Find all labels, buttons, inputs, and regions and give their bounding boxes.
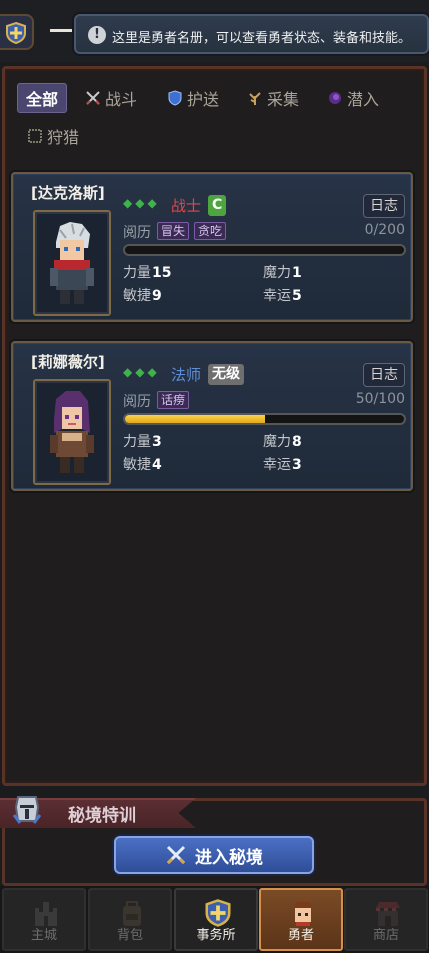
nav-shop[interactable]: 商店 <box>344 888 428 951</box>
stat-agility: 敏捷4 <box>123 454 162 474</box>
warrior-portrait-icon <box>50 222 94 304</box>
trait-tag[interactable]: 话痨 <box>157 391 190 409</box>
stat-luck: 幸运5 <box>263 285 302 305</box>
tab-infiltrate[interactable]: 潜入 <box>327 83 379 113</box>
tab-label: 潜入 <box>347 90 380 109</box>
shadow-icon <box>327 90 343 106</box>
stat-strength: 力量15 <box>123 262 171 282</box>
exp-value: 50/100 <box>355 391 405 407</box>
tab-label: 战斗 <box>105 90 138 109</box>
stat-value: 5 <box>292 288 302 304</box>
stat-label: 力量 <box>123 434 151 450</box>
trap-icon <box>27 128 43 144</box>
hero-class: 战士 <box>171 197 202 215</box>
tab-hunt[interactable]: 狩猎 <box>27 121 79 151</box>
exp-value: 0/200 <box>364 222 405 238</box>
guild-badge[interactable] <box>0 14 34 50</box>
title-divider <box>50 29 72 32</box>
stat-value: 9 <box>152 288 162 304</box>
knight-helmet-icon <box>12 796 42 824</box>
tip-text: 这里是勇者名册，可以查看勇者状态、装备和技能。 <box>112 31 412 46</box>
top-bar: ! 这里是勇者名册，可以查看勇者状态、装备和技能。 <box>0 0 429 62</box>
crossed-swords-icon <box>85 90 101 106</box>
stat-value: 15 <box>152 265 172 281</box>
stat-value: 3 <box>152 434 162 450</box>
exp-bar <box>123 413 406 425</box>
tab-combat[interactable]: 战斗 <box>85 83 137 113</box>
nav-label: 商店 <box>372 928 399 943</box>
exp-bar-fill <box>125 415 265 423</box>
exclamation-icon: ! <box>88 26 106 44</box>
secret-realm-title: 秘境特训 <box>68 806 136 826</box>
hero-card[interactable]: [达克洛斯] ◆◆◆ 战士 C 日志 阅历 冒失 贪吃 0/200 力量15 魔… <box>11 172 413 322</box>
hero-portrait <box>33 210 111 316</box>
stat-luck: 幸运3 <box>263 454 302 474</box>
tab-all[interactable]: 全部 <box>17 83 68 113</box>
exp-label: 阅历 <box>123 394 151 410</box>
trait-tag[interactable]: 贪吃 <box>194 222 227 240</box>
stat-magic: 魔力8 <box>263 431 302 451</box>
tab-label: 采集 <box>267 90 300 109</box>
tab-gather[interactable]: 采集 <box>247 83 299 113</box>
nav-main-city[interactable]: 主城 <box>2 888 86 951</box>
nav-label: 主城 <box>30 928 57 943</box>
nav-label: 事务所 <box>196 928 236 943</box>
hero-portrait <box>33 379 111 485</box>
stat-agility: 敏捷9 <box>123 285 162 305</box>
exp-label: 阅历 <box>123 225 151 241</box>
hero-rank-stars: ◆◆◆ <box>123 365 160 379</box>
nav-backpack[interactable]: 背包 <box>88 888 172 951</box>
stat-label: 敏捷 <box>123 457 151 473</box>
stat-label: 敏捷 <box>123 288 151 304</box>
mage-portrait-icon <box>50 391 94 473</box>
herb-icon <box>247 90 263 106</box>
enter-button-label: 进入秘境 <box>195 847 263 868</box>
trait-tag[interactable]: 冒失 <box>157 222 190 240</box>
tab-label: 全部 <box>26 90 59 109</box>
stat-label: 魔力 <box>263 265 291 281</box>
hero-log-button[interactable]: 日志 <box>363 363 405 387</box>
hero-grade-badge: C <box>208 195 227 216</box>
hero-name: [达克洛斯] <box>31 184 105 202</box>
guild-shield-icon <box>6 21 26 45</box>
nav-heroes[interactable]: 勇者 <box>259 888 343 951</box>
stat-value: 3 <box>292 457 302 473</box>
tab-label: 狩猎 <box>47 128 80 147</box>
shield-icon <box>167 90 183 106</box>
hero-rank-stars: ◆◆◆ <box>123 196 160 210</box>
exp-bar <box>123 244 406 256</box>
hero-card[interactable]: [莉娜薇尔] ◆◆◆ 法师 无级 日志 阅历 话痨 50/100 力量3 魔力8… <box>11 341 413 491</box>
stat-strength: 力量3 <box>123 431 162 451</box>
stat-value: 1 <box>292 265 302 281</box>
stat-magic: 魔力1 <box>263 262 302 282</box>
hero-class: 法师 <box>171 366 202 384</box>
stat-value: 8 <box>292 434 302 450</box>
stat-label: 力量 <box>123 265 151 281</box>
nav-label: 勇者 <box>287 928 314 943</box>
nav-office[interactable]: 事务所 <box>174 888 258 951</box>
bottom-nav: 主城 背包 事务所 勇者 商店 <box>0 886 429 953</box>
stat-label: 魔力 <box>263 434 291 450</box>
hero-log-button[interactable]: 日志 <box>363 194 405 218</box>
tab-escort[interactable]: 护送 <box>167 83 219 113</box>
nav-label: 背包 <box>116 928 143 943</box>
tab-label: 护送 <box>187 90 220 109</box>
enter-secret-realm-button[interactable]: 进入秘境 <box>114 836 314 874</box>
crossed-swords-icon <box>166 845 186 865</box>
tip-banner[interactable]: ! 这里是勇者名册，可以查看勇者状态、装备和技能。 <box>74 14 429 54</box>
hero-grade-badge: 无级 <box>208 364 244 385</box>
hero-name: [莉娜薇尔] <box>31 353 105 371</box>
stat-value: 4 <box>152 457 162 473</box>
stat-label: 幸运 <box>263 288 291 304</box>
stat-label: 幸运 <box>263 457 291 473</box>
